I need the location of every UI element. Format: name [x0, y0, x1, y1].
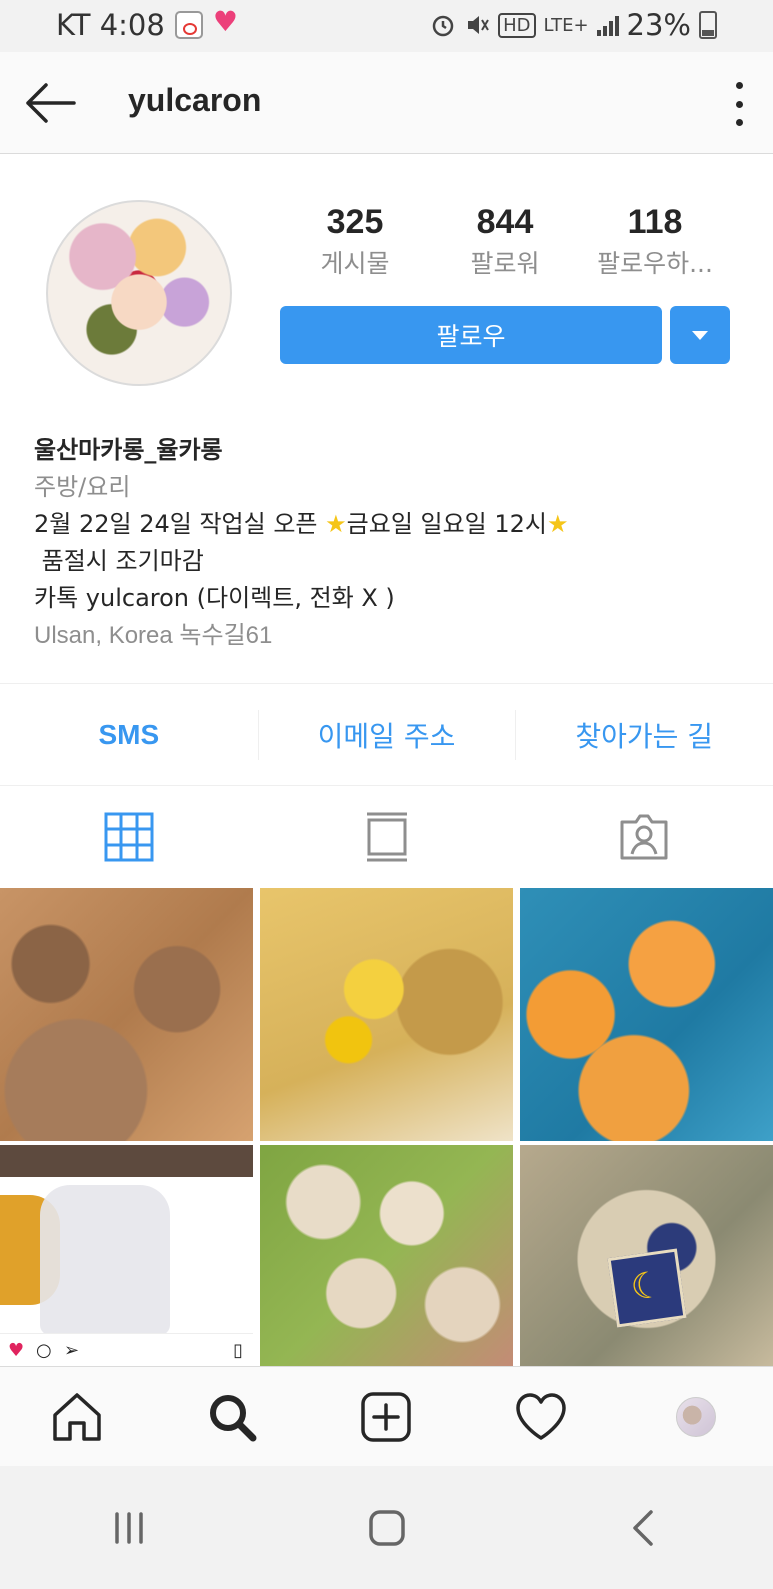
alarm-icon	[432, 15, 454, 37]
status-right: HD LTE+ 23%	[430, 8, 717, 42]
hd-label: HD	[498, 12, 536, 38]
profile-avatar-icon	[675, 1396, 716, 1437]
back-arrow-icon	[26, 83, 76, 123]
tab-feed[interactable]	[258, 786, 516, 888]
post-thumbnail[interactable]	[520, 888, 773, 1141]
photo-detail	[40, 1185, 170, 1335]
status-left: KT 4:08	[56, 5, 241, 42]
follow-button[interactable]: 팔로우	[280, 306, 662, 364]
bio-text: 2월 22일 24일 작업실 오픈	[34, 510, 326, 538]
tab-grid[interactable]	[0, 786, 258, 888]
back-chevron-icon	[633, 1509, 653, 1546]
stat-followers[interactable]: 844 팔로워	[430, 200, 580, 284]
stat-label: 팔로우하...	[597, 249, 713, 278]
memo-icon	[174, 11, 203, 39]
post-thumbnail[interactable]	[260, 888, 513, 1141]
carrier-time: KT 4:08	[56, 8, 165, 42]
contact-options: SMS 이메일 주소 찾아가는 길	[0, 683, 773, 786]
nav-add[interactable]	[309, 1367, 464, 1466]
dot	[735, 100, 743, 108]
tab-tagged[interactable]	[515, 786, 773, 888]
stat-value: 844	[476, 203, 534, 241]
sms-button[interactable]: SMS	[0, 684, 258, 785]
comment-icon: ○	[36, 1340, 52, 1361]
signal-icon	[596, 14, 619, 36]
share-icon: ➢	[64, 1340, 80, 1361]
bio-line-hours: 2월 22일 24일 작업실 오픈 ★금요일 일요일 12시★	[34, 506, 734, 543]
bio-text: 금요일 일요일 12시	[346, 510, 548, 538]
bio-name: 울산마카롱_율카롱	[34, 436, 223, 464]
post-thumbnail[interactable]	[0, 888, 253, 1141]
dot	[735, 82, 743, 89]
moon-patch-icon	[607, 1248, 687, 1328]
suggested-dropdown-button[interactable]	[670, 306, 730, 364]
stat-label: 팔로워	[470, 249, 540, 278]
back-button[interactable]	[22, 78, 78, 128]
profile-avatar[interactable]	[46, 200, 232, 386]
profile-tabs	[0, 786, 773, 888]
stat-value: 118	[627, 203, 683, 241]
bio-line-soldout: 품절시 조기마감	[34, 547, 204, 575]
heart-icon: ♥	[8, 1340, 25, 1361]
photo-grid: ♥ ○ ➢ ▯	[0, 888, 773, 1384]
bio-line-kakao: 카톡 yulcaron (다이렉트, 전화 X )	[34, 584, 395, 612]
bottom-navigation	[0, 1366, 773, 1466]
more-options-button[interactable]	[729, 82, 749, 126]
mute-icon	[468, 16, 489, 34]
feed-icon	[366, 812, 407, 862]
bio-category: 주방/요리	[34, 473, 131, 501]
recents-button[interactable]	[0, 1466, 258, 1589]
bio-location[interactable]: Ulsan, Korea 녹수길61	[34, 617, 734, 654]
grid-icon	[104, 812, 154, 862]
dot	[735, 119, 743, 126]
tagged-icon	[620, 814, 668, 860]
home-icon	[53, 1392, 102, 1441]
recents-icon	[115, 1511, 143, 1544]
battery-icon	[699, 11, 717, 39]
back-system-button[interactable]	[515, 1466, 773, 1589]
nav-activity[interactable]	[464, 1367, 619, 1466]
nav-home[interactable]	[0, 1367, 155, 1466]
star-icon: ★	[325, 510, 347, 538]
nav-search[interactable]	[155, 1367, 310, 1466]
email-button[interactable]: 이메일 주소	[257, 684, 516, 785]
home-square-icon	[368, 1509, 405, 1546]
battery-percent: 23%	[626, 8, 691, 42]
home-system-button[interactable]	[258, 1466, 516, 1589]
heart-icon	[516, 1392, 566, 1440]
page-title: yulcaron	[128, 82, 262, 118]
profile-header: yulcaron	[0, 52, 773, 154]
system-navigation-bar	[0, 1466, 773, 1589]
directions-button[interactable]: 찾아가는 길	[515, 684, 773, 785]
heart-sticker-icon	[213, 5, 241, 39]
stat-value: 325	[326, 203, 384, 241]
add-icon	[361, 1391, 412, 1442]
post-thumbnail[interactable]	[260, 1145, 513, 1373]
post-thumbnail[interactable]: ♥ ○ ➢ ▯	[0, 1145, 253, 1373]
stat-posts[interactable]: 325 게시물	[280, 200, 430, 284]
post-thumbnail[interactable]	[520, 1145, 773, 1373]
star-icon: ★	[547, 510, 569, 538]
profile-bio: 울산마카롱_율카롱 주방/요리 2월 22일 24일 작업실 오픈 ★금요일 일…	[34, 432, 734, 654]
status-bar: KT 4:08 HD LTE+ 23%	[0, 0, 773, 52]
network-label: LTE+	[543, 14, 589, 36]
nav-profile[interactable]	[618, 1367, 773, 1466]
stat-label: 게시물	[320, 249, 390, 278]
caret-down-icon	[692, 330, 708, 340]
search-icon	[209, 1394, 257, 1441]
stat-following[interactable]: 118 팔로우하...	[580, 200, 730, 284]
bookmark-icon: ▯	[233, 1340, 243, 1361]
profile-stats: 325 게시물 844 팔로워 118 팔로우하...	[280, 200, 730, 284]
